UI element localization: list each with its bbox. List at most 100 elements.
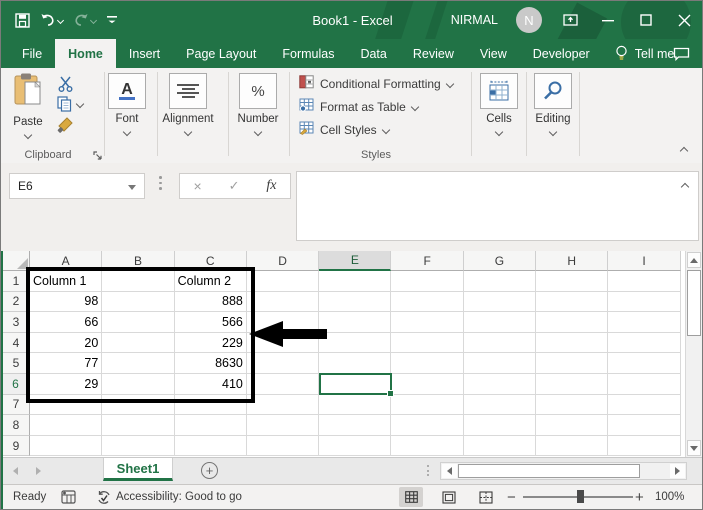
column-header-B[interactable]: B [102,251,175,271]
column-header-C[interactable]: C [174,251,247,271]
cell-C8[interactable] [174,415,247,436]
cell-H5[interactable] [536,353,609,374]
cell-F6[interactable] [391,373,464,395]
cell-B8[interactable] [102,415,175,436]
cell-D2[interactable] [246,291,320,313]
cell-H7[interactable] [536,394,609,416]
cell-A2[interactable]: 98 [30,291,103,313]
cell-B2[interactable] [102,291,175,313]
row-header-9[interactable]: 9 [3,435,30,457]
tab-home[interactable]: Home [55,39,116,68]
cell-C9[interactable] [174,435,247,457]
macro-record-icon[interactable] [61,485,76,509]
cell-F8[interactable] [391,415,464,436]
cell-I6[interactable] [608,373,681,395]
row-header-3[interactable]: 3 [3,312,30,333]
sheet-tab-sheet1[interactable]: Sheet1 [103,458,173,481]
zoom-level[interactable]: 100% [655,485,684,509]
cell-E4[interactable] [319,332,392,354]
cell-C4[interactable]: 229 [174,332,247,354]
worksheet-grid[interactable]: A B C D E F G H I 1 Column 1 Column 2 2 98 888 3 66 566 4 2… [3,251,685,457]
cell-D1[interactable] [246,271,320,292]
cell-F7[interactable] [391,394,464,416]
cell-styles-button[interactable]: Cell Styles [299,121,390,138]
scroll-up-icon[interactable] [687,252,701,268]
cell-C3[interactable]: 566 [174,312,247,333]
name-box[interactable]: E6 [9,173,145,199]
zoom-out-button[interactable]: − [507,485,516,509]
cell-I4[interactable] [608,332,681,354]
name-box-dropdown-icon[interactable] [128,185,136,190]
cell-I9[interactable] [608,435,681,457]
row-header-7[interactable]: 7 [3,394,30,416]
cell-A4[interactable]: 20 [30,332,103,354]
accessibility-status[interactable]: Accessibility: Good to go [116,491,242,503]
copy-dropdown-icon[interactable] [75,99,85,109]
collapse-formula-bar-icon[interactable] [680,182,690,192]
copy-icon[interactable] [57,96,72,117]
cells-group-button[interactable]: Cells [477,73,521,137]
accessibility-icon[interactable] [96,485,112,509]
cell-G1[interactable] [463,271,537,292]
row-header-5[interactable]: 5 [3,353,30,374]
cell-I2[interactable] [608,291,681,313]
cut-icon[interactable] [57,76,74,97]
cell-C5[interactable]: 8630 [174,353,247,374]
customize-qat-icon[interactable] [106,14,118,26]
redo-dropdown-icon[interactable] [89,16,98,24]
cell-F5[interactable] [391,353,464,374]
cell-D4[interactable] [246,332,320,354]
horizontal-scrollbar-thumb[interactable] [458,464,640,478]
cell-F3[interactable] [391,312,464,333]
cell-E2[interactable] [319,291,392,313]
new-sheet-button[interactable]: + [201,462,218,479]
next-sheet-icon[interactable] [36,467,41,475]
cancel-entry-icon[interactable]: × [193,178,201,194]
cell-B3[interactable] [102,312,175,333]
cell-A3[interactable]: 66 [30,312,103,333]
cell-A8[interactable] [30,415,103,436]
column-header-D[interactable]: D [246,251,320,271]
cell-I3[interactable] [608,312,681,333]
number-group-button[interactable]: % Number [236,73,280,137]
cell-E3[interactable] [319,312,392,333]
scroll-left-icon[interactable] [442,464,457,478]
undo-button[interactable] [40,13,65,27]
cell-I8[interactable] [608,415,681,436]
feedback-comment-icon[interactable] [673,39,690,68]
cell-D3[interactable] [246,312,320,333]
format-as-table-button[interactable]: Format as Table [299,98,420,115]
cell-D7[interactable] [246,394,320,416]
alignment-dropdown-icon[interactable] [183,127,193,137]
cell-C7[interactable] [174,394,247,416]
paste-dropdown-icon[interactable] [23,130,33,140]
cell-F9[interactable] [391,435,464,457]
tab-insert[interactable]: Insert [116,39,173,68]
scroll-down-icon[interactable] [687,440,701,456]
cell-F1[interactable] [391,271,464,292]
cell-E8[interactable] [319,415,392,436]
format-painter-icon[interactable] [57,116,74,138]
previous-sheet-icon[interactable] [13,467,18,475]
cell-E7[interactable] [319,394,392,416]
cell-B5[interactable] [102,353,175,374]
font-dropdown-icon[interactable] [122,127,132,137]
close-button[interactable] [674,10,694,30]
cell-C6[interactable]: 410 [174,373,247,395]
cell-C1[interactable]: Column 2 [174,271,247,292]
normal-view-button[interactable] [399,487,423,507]
cell-H9[interactable] [536,435,609,457]
editing-group-button[interactable]: Editing [531,73,575,137]
cell-B6[interactable] [102,373,175,395]
cell-G5[interactable] [463,353,537,374]
cell-H2[interactable] [536,291,609,313]
cell-G3[interactable] [463,312,537,333]
cell-G2[interactable] [463,291,537,313]
cell-B4[interactable] [102,332,175,354]
cell-E1[interactable] [319,271,392,292]
font-group-button[interactable]: A Font [105,73,149,137]
select-all-corner[interactable] [3,251,30,271]
cell-B7[interactable] [102,394,175,416]
cell-I7[interactable] [608,394,681,416]
column-header-E[interactable]: E [319,251,392,271]
